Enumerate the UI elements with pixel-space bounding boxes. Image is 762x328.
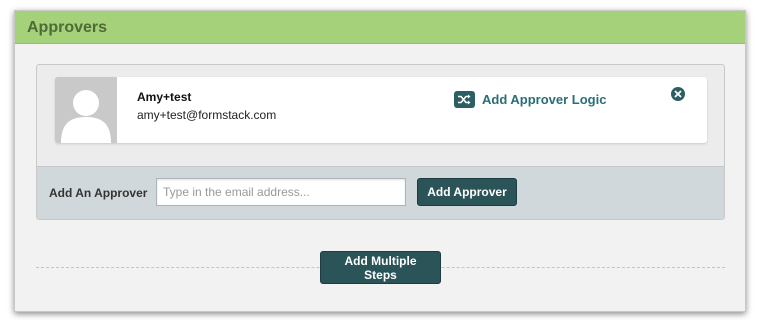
approver-card: Amy+test amy+test@formstack.com Add Appr… xyxy=(55,77,707,143)
add-approver-bar: Add An Approver Add Approver xyxy=(37,166,724,219)
add-approver-logic-label: Add Approver Logic xyxy=(482,92,607,107)
approver-email-input[interactable] xyxy=(156,178,406,206)
panel-header: Approvers xyxy=(15,11,745,44)
approvers-panel: Approvers Amy+test amy+test@formstack.co… xyxy=(14,10,746,312)
add-multiple-steps-button[interactable]: Add Multiple Steps xyxy=(320,251,441,284)
panel-title: Approvers xyxy=(27,19,108,36)
approver-email: amy+test@formstack.com xyxy=(137,108,277,122)
remove-approver-close-icon[interactable] xyxy=(671,87,685,101)
avatar xyxy=(55,77,117,143)
user-avatar-icon xyxy=(55,77,117,143)
add-approver-button[interactable]: Add Approver xyxy=(417,178,517,206)
approver-list: Amy+test amy+test@formstack.com Add Appr… xyxy=(36,64,725,220)
shuffle-icon xyxy=(454,91,475,108)
add-approver-label: Add An Approver xyxy=(49,186,148,200)
add-approver-logic-link[interactable]: Add Approver Logic xyxy=(454,91,606,108)
approver-name: Amy+test xyxy=(137,90,192,104)
